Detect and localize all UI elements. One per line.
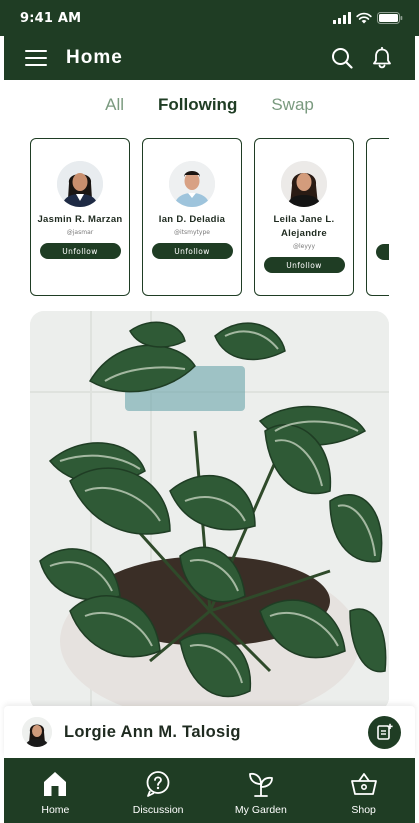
sprout-icon [248,772,273,797]
unfollow-button[interactable]: Unfollow [263,257,345,273]
chat-icon [146,770,170,797]
nav-discussion[interactable]: Discussion [107,758,210,823]
unfollow-button[interactable]: Unfollow [39,243,121,259]
tab-all[interactable]: All [105,95,124,115]
nav-home-label: Home [41,803,70,816]
nav-discussion-label: Discussion [132,803,184,816]
user-card-partial[interactable] [366,138,389,296]
feed-tabs: All Following Swap [0,82,419,128]
battery-icon [377,12,403,24]
plant-illustration [30,311,389,711]
basket-icon [350,772,377,795]
following-carousel[interactable]: Jasmin R. Marzan @jasmar Unfollow Ian D.… [30,138,389,298]
user-handle: @itsmytype [174,229,210,236]
signal-icon [333,12,351,24]
author-name[interactable]: Lorgie Ann M. Talosig [64,723,368,742]
avatar [169,161,215,207]
tab-swap[interactable]: Swap [271,95,314,115]
user-handle: @jasmar [66,229,94,236]
status-icons [333,12,403,24]
menu-icon [25,50,47,66]
unfollow-button[interactable] [375,244,389,260]
user-card[interactable]: Jasmin R. Marzan @jasmar Unfollow [30,138,130,296]
status-bar: 9:41 AM [0,0,419,36]
app-bar: Home [4,36,415,80]
post-author-bar: Lorgie Ann M. Talosig [4,706,415,758]
page-title: Home [66,47,123,68]
user-name: Ian D. Deladia [158,214,226,225]
search-icon [332,48,353,69]
tab-following[interactable]: Following [158,95,237,115]
search-button[interactable] [329,45,355,71]
unfollow-button[interactable]: Unfollow [151,243,233,259]
bottom-nav: Home Discussion My Garden Shop [4,758,415,823]
notifications-button[interactable] [369,45,395,71]
header-actions [329,45,395,71]
status-time: 9:41 AM [20,10,82,26]
bell-icon [373,47,391,69]
avatar [281,161,327,207]
user-name: Leila Jane L. Alejandre [273,214,335,239]
home-icon [44,771,67,796]
author-avatar[interactable] [22,717,52,747]
nav-home[interactable]: Home [4,758,107,823]
menu-button[interactable] [24,46,48,70]
nav-shop-label: Shop [351,803,376,816]
nav-my-garden-label: My Garden [234,803,287,816]
nav-shop[interactable]: Shop [312,758,415,823]
user-card[interactable]: Leila Jane L. Alejandre @leyyy Unfollow [254,138,354,296]
user-card[interactable]: Ian D. Deladia @itsmytype Unfollow [142,138,242,296]
nav-my-garden[interactable]: My Garden [210,758,313,823]
user-handle: @leyyy [292,243,315,250]
post-image[interactable] [30,311,389,711]
add-post-button[interactable] [368,715,401,749]
wifi-icon [356,12,372,24]
add-post-icon [376,723,393,740]
avatar [57,161,103,207]
user-name: Jasmin R. Marzan [37,214,123,225]
